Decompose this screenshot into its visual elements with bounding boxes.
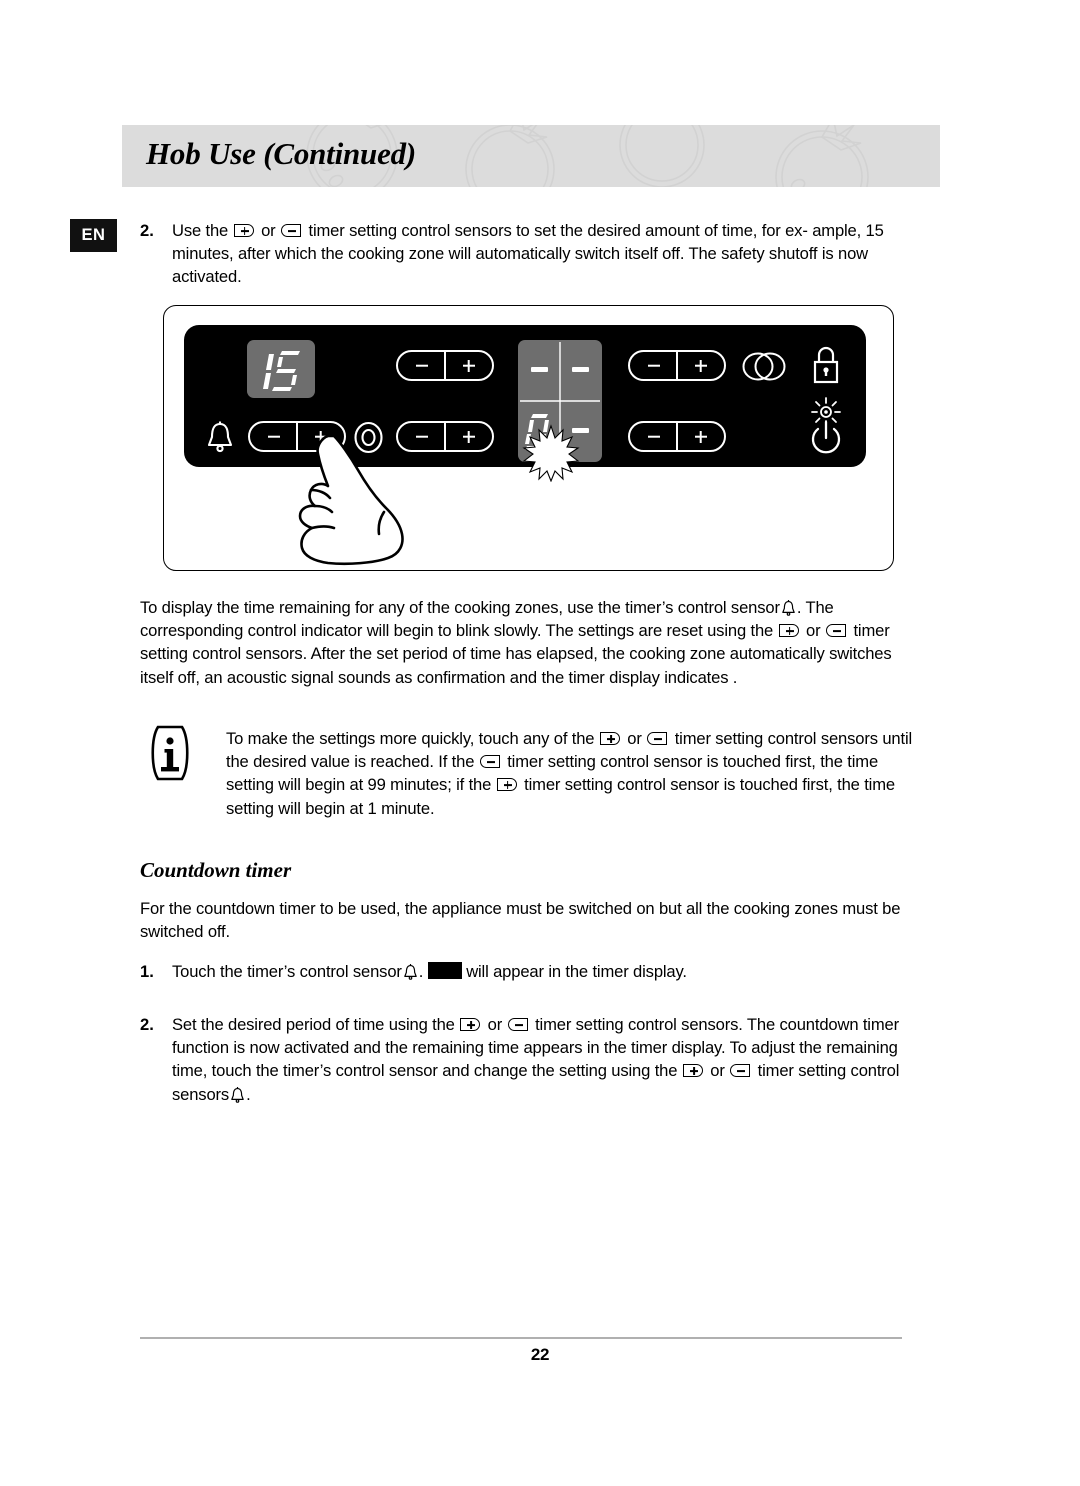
dual-zone-icon[interactable]	[741, 351, 787, 382]
note-line1-a: To make the settings more quickly, touch…	[226, 729, 595, 748]
step-2-bottom-line3: display.	[671, 1038, 726, 1058]
body-line3-a: The settings are reset using the	[545, 621, 774, 641]
body-line3-b: or	[806, 621, 821, 641]
note-line4-a: minutes; if the	[390, 775, 492, 795]
body-line5: as confirmation and the timer display in…	[395, 667, 738, 687]
footer-divider	[140, 1337, 902, 1339]
step-2-top-marker: 2.	[140, 221, 154, 240]
step-2-bottom-line5-b: or	[710, 1061, 725, 1081]
minus-sensor-icon	[281, 224, 303, 238]
step-2-top-text: Use the or timer setting control sensors…	[172, 219, 912, 289]
plus-sensor-icon	[496, 778, 519, 792]
step-1-line2: will appear in the timer display.	[466, 962, 687, 981]
step-2-bottom-line1-b: or	[487, 1015, 503, 1034]
plus-sensor-icon	[599, 732, 622, 746]
bell-icon	[782, 600, 795, 616]
minus-sensor-icon	[507, 1018, 530, 1032]
step-1-line1-b: .	[418, 962, 424, 981]
note-text: To make the settings more quickly, touch…	[226, 727, 916, 820]
step-1-text: Touch the timer’s control sensor. will a…	[172, 960, 912, 983]
power-icon[interactable]	[808, 420, 844, 458]
zone-front-left-plus-vbar	[467, 359, 470, 372]
step-2-bottom-line1-a: Set the desired period of time using the	[172, 1015, 455, 1034]
bell-icon	[231, 1086, 244, 1103]
zone-rear-right-minus[interactable]	[647, 435, 660, 438]
step-1-marker: 1.	[140, 962, 154, 981]
pill-divider	[676, 423, 678, 450]
zone-rear-right-sensors[interactable]	[628, 421, 726, 452]
minus-sensor-icon	[647, 732, 669, 746]
step-2-top-line1-a: Use the	[172, 221, 229, 240]
pill-divider	[676, 352, 678, 379]
zone-rear-right-plus-vbar	[699, 430, 702, 443]
section-intro-line1: For the countdown timer to be used, the …	[140, 899, 790, 918]
step-1-line1-a: Touch the timer’s control sensor	[172, 962, 402, 981]
note-line1-c: timer setting control	[674, 729, 817, 748]
step-2-bottom-text: Set the desired period of time using the…	[172, 1013, 912, 1106]
language-badge: EN	[70, 219, 117, 252]
lock-icon[interactable]	[811, 345, 841, 387]
step-2-top-line1-b: or	[261, 221, 276, 240]
timer-minus-sensor[interactable]	[267, 435, 280, 438]
zone-front-left-sensors[interactable]	[396, 350, 494, 381]
bell-icon	[404, 964, 417, 980]
timer-display	[247, 340, 315, 398]
note-line3-a: If the	[438, 752, 475, 772]
step-2-bottom-line5-a: the	[654, 1061, 678, 1081]
blink-starburst-icon	[522, 424, 580, 482]
step-2-top-line1-c: timer setting control sensors to set the…	[308, 221, 808, 240]
note-line5: begin at 1 minute.	[305, 798, 435, 818]
plus-sensor-icon	[460, 1018, 482, 1032]
minus-sensor-icon	[825, 624, 848, 638]
plus-sensor-icon	[778, 624, 801, 638]
pill-divider	[444, 352, 446, 379]
zone-front-right-sensors[interactable]	[628, 350, 726, 381]
bell-icon	[207, 421, 233, 453]
minus-sensor-icon	[730, 1064, 752, 1078]
section-heading: Countdown timer	[140, 858, 292, 882]
page-number: 22	[530, 1345, 550, 1364]
plus-sensor-icon	[682, 1064, 705, 1078]
minus-sensor-icon	[479, 755, 502, 769]
timer-display-block-icon	[427, 962, 462, 979]
page-title: Hob Use (Continued)	[146, 136, 417, 171]
section-intro: For the countdown timer to be used, the …	[140, 897, 920, 943]
zone-front-right-plus-vbar	[699, 359, 702, 372]
info-icon	[151, 725, 189, 781]
seven-segment-15	[263, 351, 300, 391]
body-line1-b: .	[796, 598, 802, 617]
body-paragraph: To display the time remaining for any of…	[140, 596, 920, 689]
zone-front-left-minus[interactable]	[415, 364, 428, 367]
hand-pointing-icon	[298, 434, 404, 566]
note-line1-b: or	[627, 729, 642, 748]
plus-sensor-icon	[233, 224, 256, 238]
body-line1-a: To display the time remaining for any of…	[140, 598, 780, 617]
step-2-bottom-marker: 2.	[140, 1015, 154, 1034]
zone-front-right-minus[interactable]	[647, 364, 660, 367]
step-2-bottom-line5-d: .	[246, 1084, 251, 1104]
step-2-bottom-line1-c: timer setting control sensors.	[535, 1015, 743, 1034]
